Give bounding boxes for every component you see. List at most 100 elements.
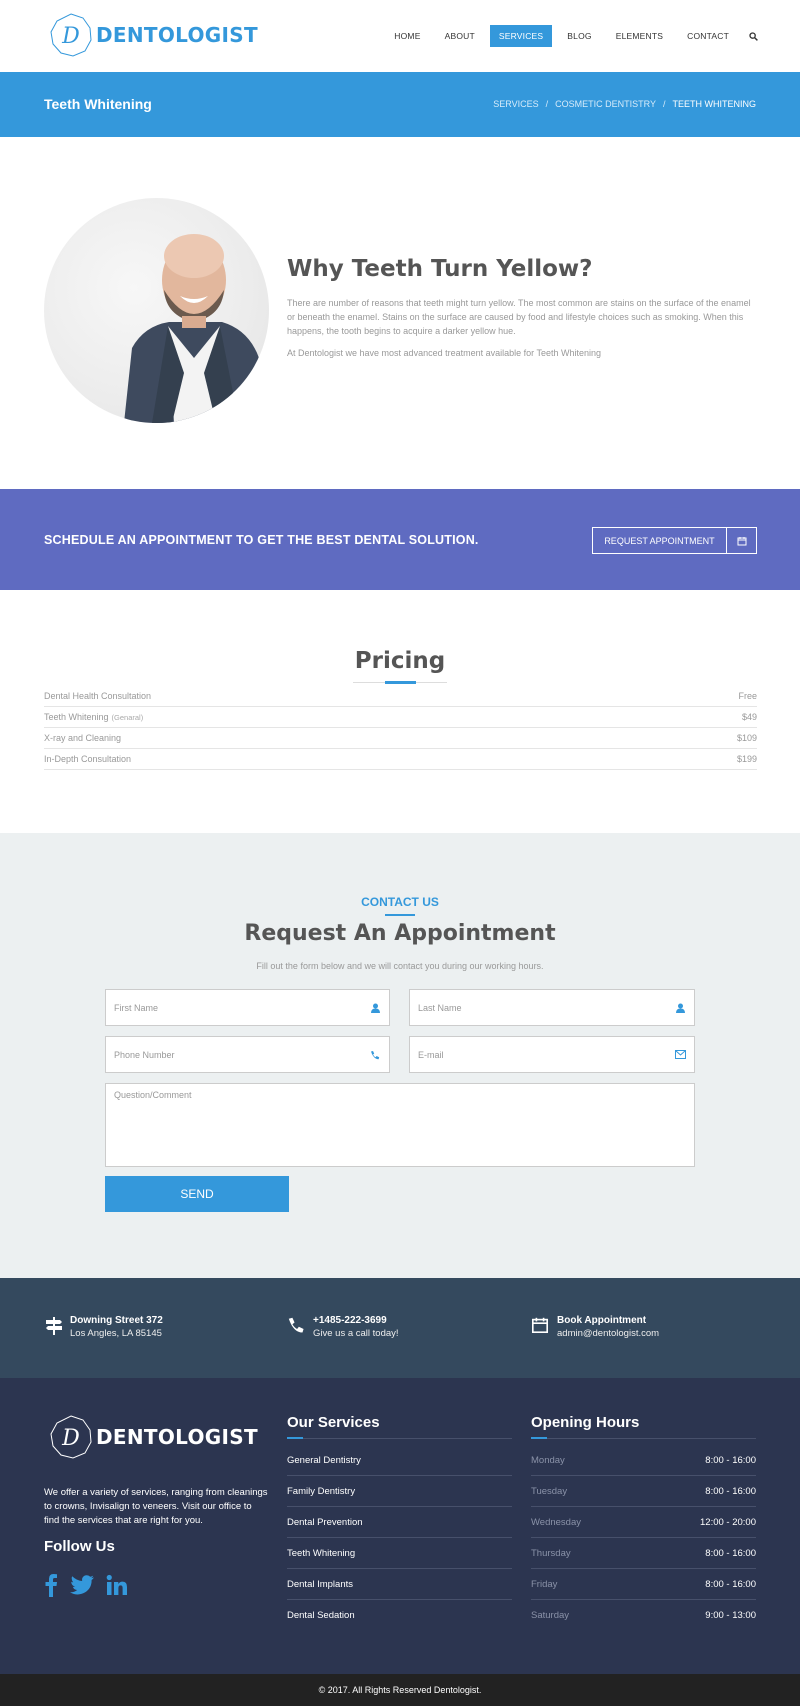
logo-wordmark: DENTOLOGIST (96, 23, 258, 47)
hours-time: 8:00 - 16:00 (705, 1454, 756, 1466)
user-icon (674, 1002, 686, 1014)
nav-item-contact[interactable]: CONTACT (678, 25, 738, 47)
phone-number[interactable]: +1485-222-3699 (313, 1314, 399, 1327)
address-street: Downing Street 372 (70, 1315, 163, 1326)
request-appointment-button[interactable]: REQUEST APPOINTMENT (592, 527, 757, 554)
hero-title: Why Teeth Turn Yellow? (287, 256, 593, 282)
user-icon (369, 1002, 381, 1014)
appointment-subtitle: Fill out the form below and we will cont… (256, 961, 544, 971)
main-nav: HOME ABOUT SERVICES BLOG ELEMENTS CONTACT (379, 25, 760, 47)
contact-us-kicker: CONTACT US (361, 895, 439, 909)
nav-item-services[interactable]: SERVICES (489, 25, 553, 47)
price-item-name: Teeth Whitening (44, 712, 109, 722)
portrait-illustration (124, 234, 269, 423)
book-appointment-title: Book Appointment (557, 1315, 647, 1326)
breadcrumb-services[interactable]: SERVICES (493, 99, 538, 109)
nav-item-about[interactable]: ABOUT (436, 25, 484, 47)
hours-title-accent (531, 1437, 547, 1439)
breadcrumb-separator: / (545, 99, 549, 109)
hours-day: Monday (531, 1454, 565, 1466)
breadcrumb-separator: / (662, 99, 666, 109)
opening-hours-row: Tuesday 8:00 - 16:00 (531, 1476, 756, 1507)
facebook-icon[interactable] (44, 1573, 58, 1597)
footer-service-link[interactable]: Family Dentistry (287, 1476, 512, 1507)
price-item-name: X-ray and Cleaning (44, 733, 122, 743)
hours-time: 9:00 - 13:00 (705, 1610, 756, 1621)
follow-us-title: Follow Us (44, 1538, 115, 1555)
price-row: Dental Health Consultation Free (44, 686, 757, 707)
phone-field[interactable] (105, 1036, 390, 1073)
signpost-icon (44, 1316, 64, 1336)
hours-day: Friday (531, 1578, 558, 1590)
last-name-input[interactable] (418, 1002, 674, 1013)
hours-title-underline (531, 1438, 756, 1439)
our-services-title: Our Services (287, 1414, 380, 1431)
hours-day: Thursday (531, 1547, 571, 1559)
price-item-label: Teeth Whitening (Genaral) (44, 712, 143, 722)
phone-caption: Give us a call today! (313, 1328, 399, 1339)
search-icon[interactable] (746, 29, 760, 43)
price-value: $49 (741, 712, 757, 722)
price-row: Teeth Whitening (Genaral) $49 (44, 707, 757, 728)
price-row: X-ray and Cleaning $109 (44, 728, 757, 749)
logo-badge-icon: D (50, 13, 92, 57)
price-item-label: X-ray and Cleaning (44, 733, 121, 743)
twitter-icon[interactable] (70, 1573, 94, 1597)
page-title-bar: Teeth Whitening SERVICES / COSMETIC DENT… (0, 72, 800, 137)
footer-service-link[interactable]: Dental Sedation (287, 1600, 512, 1631)
pricing-title: Pricing (354, 648, 446, 674)
send-button[interactable]: SEND (105, 1176, 289, 1212)
envelope-icon (674, 1049, 686, 1061)
booking-email[interactable]: admin@dentologist.com (557, 1327, 659, 1340)
price-row: In-Depth Consultation $199 (44, 749, 757, 770)
phone-info: +1485-222-3699 Give us a call today! (287, 1314, 399, 1340)
phone-icon (369, 1049, 381, 1061)
appointment-title: Request An Appointment (244, 921, 556, 946)
linkedin-icon[interactable] (106, 1573, 128, 1597)
price-item-name: In-Depth Consultation (44, 754, 132, 764)
hours-time: 8:00 - 16:00 (705, 1485, 756, 1497)
footer-logo[interactable]: D DENTOLOGIST (48, 1414, 258, 1460)
nav-item-blog[interactable]: BLOG (558, 25, 600, 47)
site-logo[interactable]: D DENTOLOGIST (48, 12, 258, 58)
logo-badge-icon: D (50, 1415, 92, 1459)
phone-input[interactable] (114, 1049, 369, 1060)
footer-service-link[interactable]: Dental Prevention (287, 1507, 512, 1538)
email-field[interactable] (409, 1036, 695, 1073)
opening-hours-title: Opening Hours (531, 1414, 640, 1431)
opening-hours-row: Saturday 9:00 - 13:00 (531, 1600, 756, 1631)
pricing-title-accent (385, 681, 416, 684)
comment-field[interactable] (105, 1083, 695, 1167)
site-header: D DENTOLOGIST HOME ABOUT SERVICES BLOG ELEME… (0, 0, 800, 72)
first-name-field[interactable] (105, 989, 390, 1026)
appointment-cta-band: SCHEDULE AN APPOINTMENT TO GET THE BEST … (0, 489, 800, 590)
hours-day: Saturday (531, 1610, 570, 1621)
first-name-input[interactable] (114, 1002, 369, 1013)
hours-time: 12:00 - 20:00 (700, 1516, 756, 1528)
hours-time: 8:00 - 16:00 (705, 1547, 756, 1559)
opening-hours-row: Friday 8:00 - 16:00 (531, 1569, 756, 1600)
footer-service-link[interactable]: Teeth Whitening (287, 1538, 512, 1569)
price-value: $199 (736, 754, 757, 764)
hours-day: Tuesday (531, 1485, 568, 1497)
nav-item-elements[interactable]: ELEMENTS (607, 25, 672, 47)
footer-service-link[interactable]: Dental Implants (287, 1569, 512, 1600)
price-value: $109 (736, 733, 757, 743)
opening-hours-row: Wednesday 12:00 - 20:00 (531, 1507, 756, 1538)
copyright-bar: © 2017. All Rights Reserved Dentologist. (0, 1674, 800, 1706)
page-title: Teeth Whitening (44, 96, 152, 112)
contact-info-strip: Downing Street 372 Los Angles, LA 85145 … (0, 1278, 800, 1378)
site-footer: D DENTOLOGIST We offer a variety of serv… (0, 1378, 800, 1674)
breadcrumb-cosmetic-dentistry[interactable]: COSMETIC DENTISTRY (555, 99, 656, 109)
services-title-accent (287, 1437, 303, 1439)
price-item-label: Dental Health Consultation (44, 691, 151, 701)
comment-textarea[interactable] (106, 1084, 694, 1166)
cta-text: SCHEDULE AN APPOINTMENT TO GET THE BEST … (44, 533, 479, 547)
email-input[interactable] (418, 1049, 674, 1060)
last-name-field[interactable] (409, 989, 695, 1026)
footer-logo-wordmark: DENTOLOGIST (96, 1425, 258, 1449)
footer-service-link[interactable]: General Dentistry (287, 1445, 512, 1476)
price-item-label: In-Depth Consultation (44, 754, 131, 764)
nav-item-home[interactable]: HOME (385, 25, 429, 47)
calendar-icon (727, 528, 756, 553)
